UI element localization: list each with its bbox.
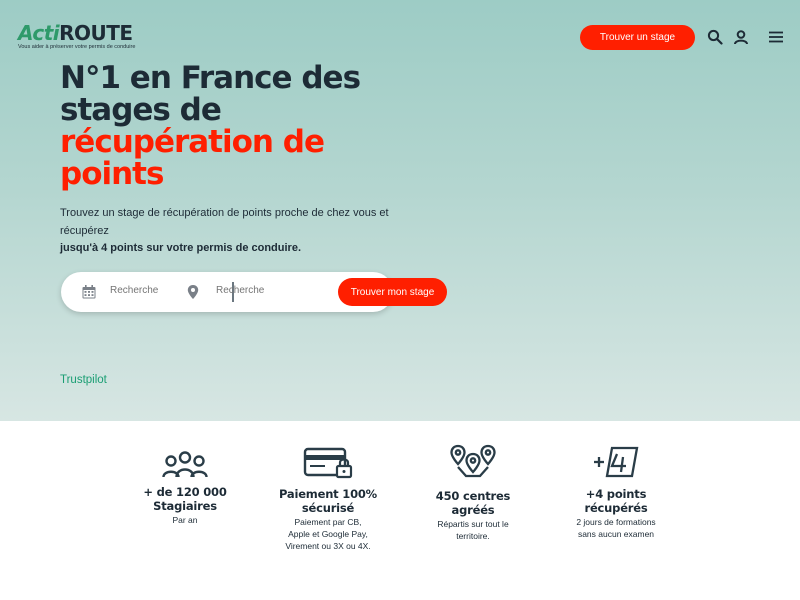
date-search-input[interactable] (110, 285, 180, 296)
feature-title-line: 450 centres (435, 489, 511, 503)
stage-search-bar: Trouver mon stage (61, 272, 447, 312)
plus-four-icon (561, 443, 671, 479)
subtitle-strong: jusqu'à 4 points sur votre permis de con… (60, 242, 302, 254)
feature-title-line: +4 points (585, 487, 647, 501)
actiroute-logo[interactable]: ActiROUTE Vous aider à préserver votre p… (18, 22, 135, 50)
feature-desc: Paiement par CB, Apple et Google Pay, Vi… (268, 516, 388, 552)
feature-desc-line: Paiement par CB, (294, 517, 362, 527)
group-icon (130, 443, 240, 479)
feature-title-line: agréés (451, 503, 495, 517)
page-title: N°1 en France des stages de récupération… (60, 62, 420, 190)
features-section: + de 120 000 Stagiaires Par an Paiement … (0, 421, 800, 600)
feature-title-line: récupérés (584, 501, 648, 515)
find-my-stage-button[interactable]: Trouver mon stage (338, 278, 447, 306)
feature-desc-line: Virement ou 3X ou 4X. (285, 541, 371, 551)
feature-desc: Par an (130, 514, 240, 526)
logo-tagline: Vous aider à préserver votre permis de c… (18, 44, 136, 50)
headline-accent-line-1: récupération de (60, 124, 325, 160)
feature-desc-line: Par an (172, 515, 198, 525)
map-pins-icon (418, 443, 528, 479)
feature-title-line: Stagiaires (153, 499, 217, 513)
feature-title: + de 120 000 Stagiaires (130, 485, 240, 513)
hero-subtitle: Trouvez un stage de récupération de poin… (60, 205, 390, 258)
user-icon[interactable] (733, 29, 749, 45)
calendar-icon (81, 284, 97, 300)
hero-section: ActiROUTE Vous aider à préserver votre p… (0, 0, 800, 421)
feature-desc-line: sans aucun examen (577, 529, 655, 539)
search-icon[interactable] (707, 29, 723, 45)
feature-points: +4 points récupérés 2 jours de formation… (561, 443, 671, 540)
secure-card-icon (268, 443, 388, 479)
headline-line-1: N°1 en France des (60, 60, 361, 96)
feature-title: Paiement 100% sécurisé (268, 487, 388, 515)
logo-acti: Acti (18, 21, 60, 45)
feature-title-line: Paiement 100% (278, 487, 378, 501)
feature-centres: 450 centres agréés Répartis sur tout le … (418, 443, 528, 542)
location-pin-icon (185, 284, 201, 300)
feature-title-line: + de 120 000 (143, 485, 227, 499)
feature-trainees: + de 120 000 Stagiaires Par an (130, 443, 240, 526)
feature-desc: Répartis sur tout le territoire. (418, 518, 528, 542)
location-search-input[interactable] (216, 285, 286, 296)
feature-desc-line: Apple et Google Pay, (288, 529, 368, 539)
feature-desc: 2 jours de formations sans aucun examen (561, 516, 671, 540)
feature-desc-line: 2 jours de formations (576, 517, 656, 527)
headline-line-2: stages de (60, 92, 222, 128)
logo-route: ROUTE (59, 21, 133, 45)
logo-wordmark: ActiROUTE (18, 22, 135, 44)
feature-title: +4 points récupérés (561, 487, 671, 515)
find-stage-header-button[interactable]: Trouver un stage (580, 25, 695, 50)
trustpilot-link[interactable]: Trustpilot (60, 374, 107, 386)
menu-icon[interactable] (768, 29, 784, 45)
subtitle-line-1: Trouvez un stage de récupération de poin… (60, 207, 389, 219)
subtitle-line-2: récupérez (60, 224, 109, 237)
feature-title-line: sécurisé (301, 501, 355, 515)
feature-title: 450 centres agréés (418, 489, 528, 517)
feature-desc-line: territoire. (456, 531, 490, 541)
feature-desc-line: Répartis sur tout le (437, 519, 509, 529)
feature-secure-payment: Paiement 100% sécurisé Paiement par CB, … (268, 443, 388, 552)
headline-accent-line-2: points (60, 156, 164, 192)
